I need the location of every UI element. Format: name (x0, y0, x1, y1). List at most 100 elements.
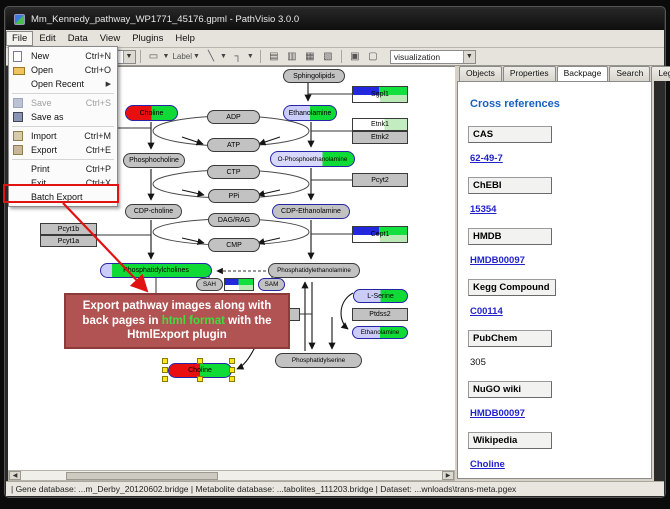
export-icon (13, 145, 23, 155)
node-atp[interactable]: ATP (207, 138, 260, 152)
scroll-left-icon[interactable]: ◀ (9, 471, 21, 480)
xref-link[interactable]: Choline (470, 459, 505, 470)
menu-edit[interactable]: Edit (33, 31, 61, 46)
xref-section-pubchem: PubChem 305 (468, 328, 651, 370)
chevron-down-icon[interactable]: ▼ (220, 53, 227, 60)
node-ethanolamine-bottom[interactable]: Ethanolamine (352, 326, 408, 339)
file-menu-save-as[interactable]: Save as (9, 110, 117, 124)
selection-handle[interactable] (162, 376, 168, 382)
xref-link[interactable]: 62-49-7 (470, 153, 503, 164)
common-size-icon[interactable]: ▣ (347, 50, 363, 64)
tab-properties[interactable]: Properties (503, 66, 556, 81)
datanode-tool-icon[interactable]: ▭ (146, 50, 162, 64)
node-pcyt2[interactable]: Pcyt2 (352, 173, 408, 187)
align-center-y-icon[interactable]: ▥ (284, 50, 300, 64)
node-adp[interactable]: ADP (207, 110, 260, 124)
file-menu: New Ctrl+N Open Ctrl+O Open Recent ▶ Sav… (8, 46, 118, 207)
selection-handle[interactable] (197, 358, 203, 364)
horizontal-scrollbar[interactable]: ◀ ▶ (8, 470, 455, 481)
node-pemt[interactable] (224, 278, 254, 291)
xref-name: PubChem (468, 330, 552, 347)
node-pcyt1b[interactable]: Pcyt1b (40, 223, 97, 235)
chevron-down-icon[interactable]: ▼ (123, 51, 135, 63)
node-o-phosphoethanolamine[interactable]: O-Phosphoethanolamine (270, 151, 355, 167)
menu-plugins[interactable]: Plugins (126, 31, 169, 46)
backpage-panel[interactable]: Cross references CAS 62-49-7 ChEBI 15354… (457, 81, 652, 479)
stack-vertical-icon[interactable]: ▦ (302, 50, 318, 64)
xref-section-hmdb: HMDB HMDB00097 (468, 226, 651, 268)
chevron-down-icon[interactable]: ▼ (463, 51, 475, 63)
selection-handle[interactable] (197, 376, 203, 382)
file-menu-import[interactable]: Import Ctrl+M (9, 129, 117, 143)
group-icon[interactable]: ▢ (365, 50, 381, 64)
node-sam[interactable]: SAM (258, 278, 285, 291)
tab-search[interactable]: Search (609, 66, 650, 81)
node-pcyt1a[interactable]: Pcyt1a (40, 235, 97, 247)
xref-link[interactable]: 15354 (470, 204, 496, 215)
xref-section-nugo: NuGO wiki HMDB00097 (468, 379, 651, 421)
stack-horizontal-icon[interactable]: ▧ (320, 50, 336, 64)
node-sphingolipids[interactable]: Sphingolipids (283, 69, 345, 83)
menu-data[interactable]: Data (62, 31, 94, 46)
node-sgpl1[interactable]: Sgpl1 (352, 86, 408, 103)
node-phosphatidylserine[interactable]: Phosphatidylserine (275, 353, 362, 368)
connector-tool-icon[interactable]: ┐ (230, 50, 246, 64)
file-menu-open[interactable]: Open Ctrl+O (9, 63, 117, 77)
chevron-down-icon[interactable]: ▼ (193, 53, 200, 60)
node-ethanolamine-top[interactable]: Ethanolamine (283, 105, 337, 121)
xref-name: HMDB (468, 228, 552, 245)
xref-link[interactable]: C00114 (470, 306, 503, 317)
node-phosphocholine[interactable]: Phosphocholine (123, 153, 185, 168)
line-tool-icon[interactable]: ╲ (203, 50, 219, 64)
node-ptdss2[interactable]: Ptdss2 (352, 308, 408, 321)
xref-section-cas: CAS 62-49-7 (468, 124, 651, 166)
xref-link[interactable]: HMDB00097 (470, 255, 525, 266)
node-ctp[interactable]: CTP (207, 165, 260, 179)
node-etnk1[interactable]: Etnk1 (352, 118, 408, 131)
selection-handle[interactable] (162, 358, 168, 364)
node-cept1[interactable]: Cept1 (352, 226, 408, 243)
selection-handle[interactable] (229, 367, 235, 373)
file-menu-new[interactable]: New Ctrl+N (9, 49, 117, 63)
menu-file[interactable]: File (6, 31, 33, 46)
file-menu-print[interactable]: Print Ctrl+P (9, 162, 117, 176)
xref-link[interactable]: HMDB00097 (470, 408, 525, 419)
selection-handle[interactable] (229, 358, 235, 364)
label-tool[interactable]: Label (172, 50, 192, 64)
chevron-down-icon[interactable]: ▼ (247, 53, 254, 60)
window-title: Mm_Kennedy_pathway_WP1771_45176.gpml - P… (31, 14, 299, 25)
scroll-right-icon[interactable]: ▶ (442, 471, 454, 480)
node-etnk2[interactable]: Etnk2 (352, 131, 408, 144)
open-folder-icon (13, 67, 25, 75)
chevron-down-icon[interactable]: ▼ (163, 53, 170, 60)
selection-handle[interactable] (229, 376, 235, 382)
tab-legend[interactable]: Legend (651, 66, 670, 81)
callout-highlight: html format (162, 315, 225, 327)
xref-section-kegg: Kegg Compound C00114 (468, 277, 651, 319)
selection-handle[interactable] (162, 367, 168, 373)
node-phosphatidylcholines[interactable]: Phosphatidylcholines (100, 263, 212, 278)
node-ppi[interactable]: PPi (208, 189, 260, 203)
node-sah[interactable]: SAH (196, 278, 223, 291)
file-menu-open-recent[interactable]: Open Recent ▶ (9, 77, 117, 91)
xref-section-chebi: ChEBI 15354 (468, 175, 651, 217)
node-cmp[interactable]: CMP (208, 238, 260, 252)
node-cdp-ethanolamine[interactable]: CDP-Ethanolamine (272, 204, 350, 219)
title-bar[interactable]: Mm_Kennedy_pathway_WP1771_45176.gpml - P… (6, 9, 664, 30)
align-center-x-icon[interactable]: ▤ (266, 50, 282, 64)
tab-backpage[interactable]: Backpage (557, 66, 609, 81)
menu-view[interactable]: View (94, 31, 126, 46)
tab-objects[interactable]: Objects (459, 66, 502, 81)
node-cdp-choline[interactable]: CDP-choline (125, 204, 182, 219)
file-menu-save[interactable]: Save Ctrl+S (9, 96, 117, 110)
node-l-serine[interactable]: L-Serine (353, 289, 408, 303)
node-choline-top[interactable]: Choline (125, 105, 178, 121)
node-phosphatidylethanolamine[interactable]: Phosphatidylethanolamine (268, 263, 360, 278)
scrollbar-thumb[interactable] (66, 472, 218, 480)
menu-help[interactable]: Help (169, 31, 201, 46)
visualization-select[interactable]: visualization ▼ (390, 50, 476, 64)
file-menu-export[interactable]: Export Ctrl+E (9, 143, 117, 157)
side-panel-tabs: Objects Properties Backpage Search Legen… (455, 66, 654, 81)
batch-export-highlight-box (3, 184, 119, 203)
node-dag[interactable]: DAG/RAG (208, 213, 260, 227)
